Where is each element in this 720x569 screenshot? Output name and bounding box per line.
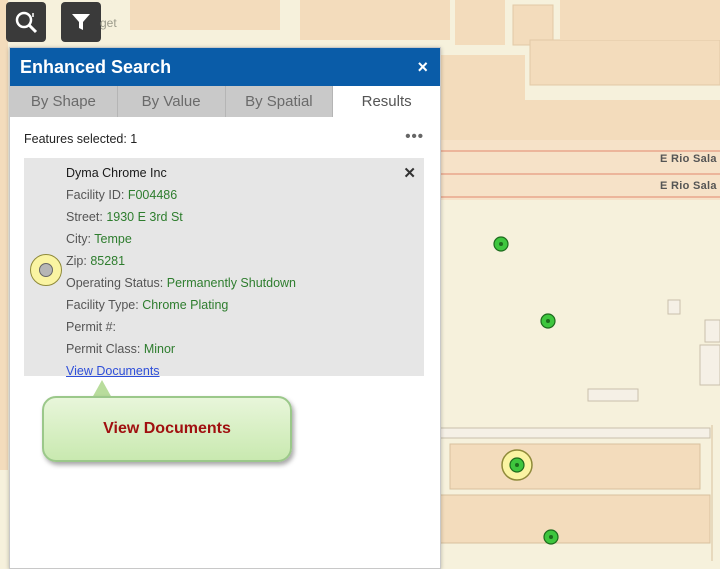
building xyxy=(449,443,701,490)
callout-text: View Documents xyxy=(103,420,231,437)
city-row: City: Tempe xyxy=(66,232,132,246)
panel-title: Enhanced Search xyxy=(20,56,172,77)
building xyxy=(440,100,720,140)
building xyxy=(587,388,639,402)
building xyxy=(439,494,711,544)
remove-result-button[interactable]: ✕ xyxy=(403,164,416,182)
facility-name: Dyma Chrome Inc xyxy=(66,166,167,180)
road-label: E Rio Sala xyxy=(660,153,717,165)
search-icon xyxy=(15,11,38,34)
building xyxy=(699,344,720,386)
view-documents-callout: View Documents xyxy=(42,396,292,462)
search-tool-button[interactable] xyxy=(6,2,46,42)
result-attributes: Dyma Chrome Inc Facility ID: F004486 Str… xyxy=(66,162,296,382)
building xyxy=(300,0,450,40)
tab-by-shape[interactable]: By Shape xyxy=(10,86,118,117)
road-label: E Rio Sala xyxy=(660,180,717,192)
building xyxy=(529,39,720,86)
tab-bar: By Shape By Value By Spatial Results xyxy=(10,86,440,117)
tab-by-spatial[interactable]: By Spatial xyxy=(225,86,334,117)
building xyxy=(560,0,720,40)
permit-number-row: Permit #: xyxy=(66,320,117,334)
filter-tool-button[interactable] xyxy=(61,2,101,42)
tab-by-value[interactable]: By Value xyxy=(117,86,226,117)
building xyxy=(130,0,280,30)
enhanced-search-panel: Enhanced Search × By Shape By Value By S… xyxy=(9,47,441,569)
view-documents-link[interactable]: View Documents xyxy=(66,364,160,378)
features-selected-count: Features selected: 1 xyxy=(24,132,138,146)
building xyxy=(440,55,525,100)
operating-status-row: Operating Status: Permanently Shutdown xyxy=(66,276,297,290)
widget-label: get xyxy=(100,16,117,30)
building xyxy=(704,319,720,343)
more-options-button[interactable]: ••• xyxy=(405,128,424,145)
facility-id-row: Facility ID: F004486 xyxy=(66,188,178,202)
facility-type-row: Facility Type: Chrome Plating xyxy=(66,298,229,312)
permit-class-row: Permit Class: Minor xyxy=(66,342,176,356)
panel-close-button[interactable]: × xyxy=(417,57,428,78)
panel-header: Enhanced Search × xyxy=(10,48,440,86)
zip-row: Zip: 85281 xyxy=(66,254,126,268)
feature-symbol-icon xyxy=(30,254,62,286)
building xyxy=(512,4,554,46)
result-item[interactable]: ✕ Dyma Chrome Inc Facility ID: F004486 S… xyxy=(24,158,424,378)
filter-icon xyxy=(72,14,90,30)
building xyxy=(667,299,681,315)
building xyxy=(439,427,711,439)
tab-results[interactable]: Results xyxy=(333,86,440,117)
building xyxy=(455,0,505,45)
street-row: Street: 1930 E 3rd St xyxy=(66,210,183,224)
